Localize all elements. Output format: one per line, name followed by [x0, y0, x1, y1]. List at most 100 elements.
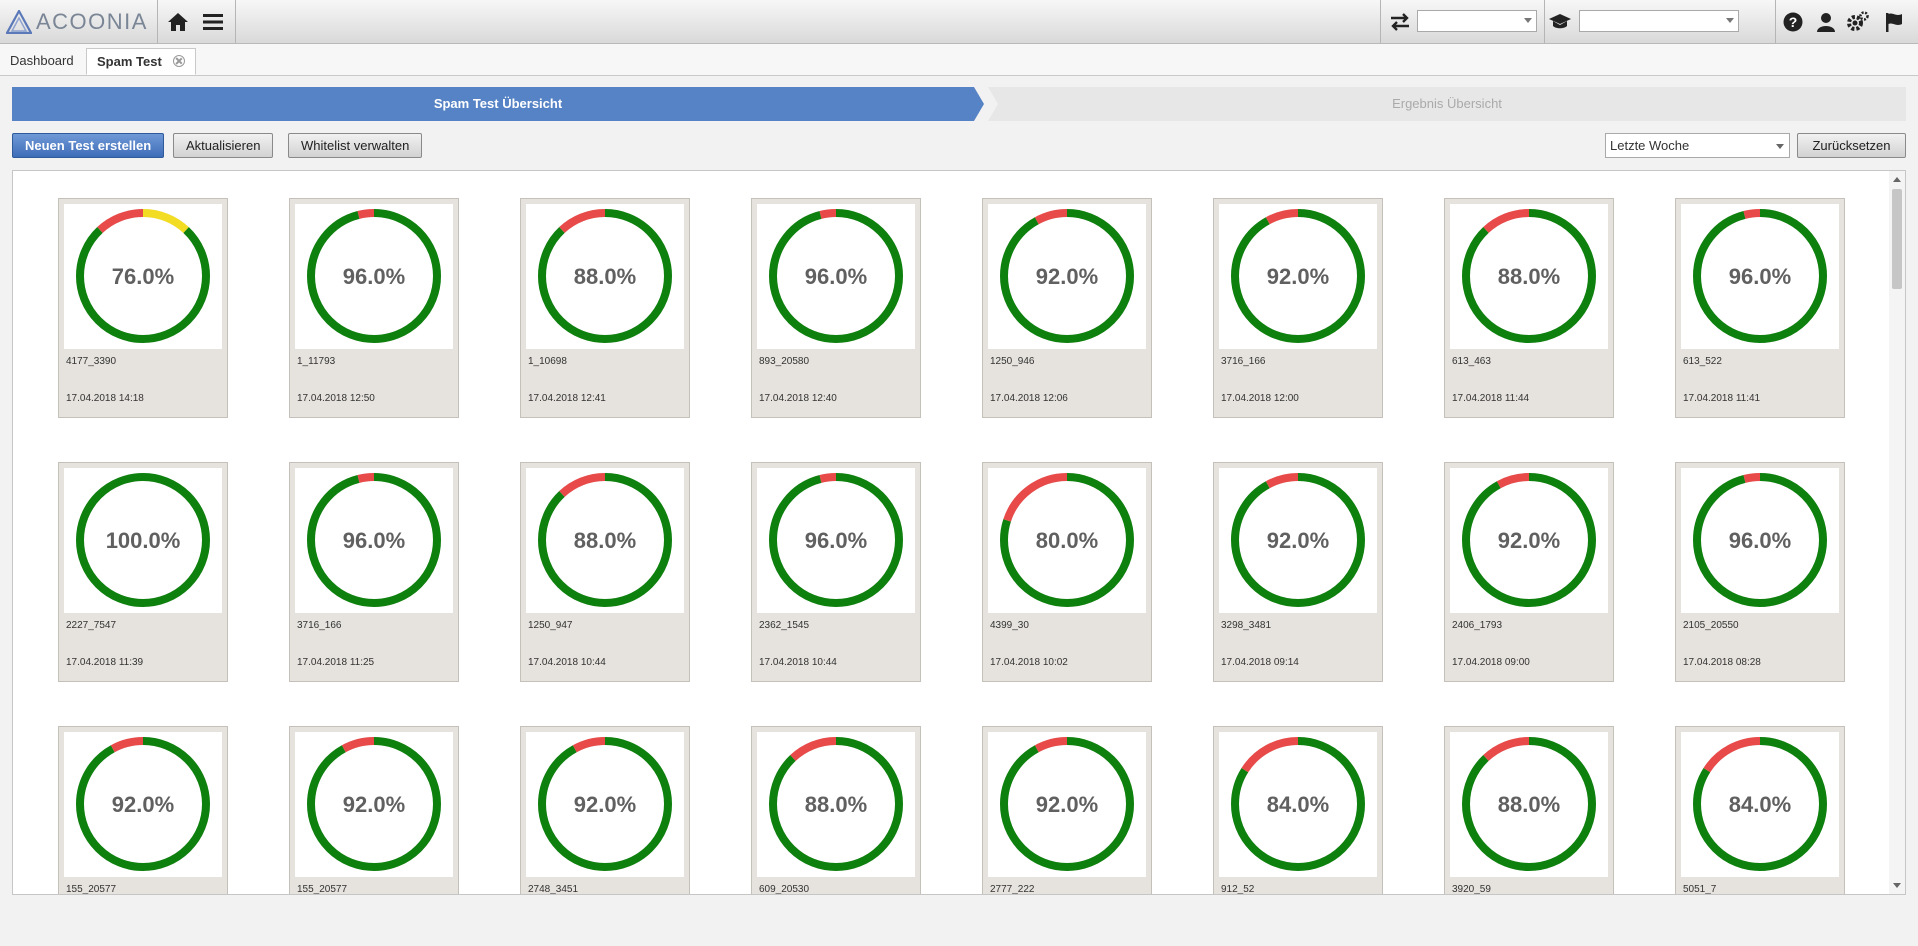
scroll-down-icon[interactable] [1893, 883, 1901, 888]
score-percent: 88.0% [1497, 264, 1561, 289]
test-timestamp: 17.04.2018 11:44 [1452, 393, 1530, 404]
score-chart: 84.0% [1681, 732, 1839, 877]
test-id: 613_463 [1452, 356, 1491, 367]
test-card[interactable]: 96.0% 2105_20550 17.04.2018 08:28 [1675, 462, 1845, 682]
test-card[interactable]: 100.0% 2227_7547 17.04.2018 11:39 [58, 462, 228, 682]
score-chart: 96.0% [1681, 468, 1839, 613]
separator [1380, 0, 1381, 43]
step-spam-test-overview[interactable]: Spam Test Übersicht [12, 87, 984, 121]
tab-spam-test[interactable]: Spam Test [86, 48, 197, 75]
help-icon[interactable]: ? [1781, 10, 1805, 34]
score-chart: 92.0% [526, 732, 684, 877]
test-id: 2227_7547 [66, 620, 117, 631]
test-card[interactable]: 92.0% 155_20577 [58, 726, 228, 894]
period-filter-select[interactable]: Letzte Woche [1605, 133, 1790, 158]
test-card[interactable]: 88.0% 609_20530 [751, 726, 921, 894]
test-id: 912_52 [1221, 884, 1255, 895]
close-icon[interactable] [173, 55, 186, 67]
scroll-up-icon[interactable] [1893, 177, 1901, 182]
test-card[interactable]: 92.0% 3716_166 17.04.2018 12:00 [1213, 198, 1383, 418]
test-id: 1_11793 [297, 356, 336, 367]
tab-label: Spam Test [97, 54, 162, 69]
period-filter-value: Letzte Woche [1610, 138, 1690, 153]
score-percent: 92.0% [1035, 264, 1099, 289]
test-id: 3716_166 [297, 620, 342, 631]
graduation-cap-icon[interactable] [1548, 10, 1572, 34]
score-chart: 96.0% [757, 468, 915, 613]
test-id: 1250_946 [990, 356, 1035, 367]
test-card[interactable]: 88.0% 1250_947 17.04.2018 10:44 [520, 462, 690, 682]
test-card[interactable]: 96.0% 893_20580 17.04.2018 12:40 [751, 198, 921, 418]
score-percent: 96.0% [804, 528, 868, 553]
course-select[interactable] [1579, 10, 1739, 32]
scroll-thumb[interactable] [1892, 189, 1902, 289]
test-card[interactable]: 88.0% 3920_59 [1444, 726, 1614, 894]
refresh-button[interactable]: Aktualisieren [173, 133, 274, 158]
score-chart: 88.0% [526, 468, 684, 613]
manage-whitelist-button[interactable]: Whitelist verwalten [288, 133, 423, 158]
test-card[interactable]: 96.0% 613_522 17.04.2018 11:41 [1675, 198, 1845, 418]
test-card[interactable]: 80.0% 4399_30 17.04.2018 10:02 [982, 462, 1152, 682]
wizard-steps: Spam Test Übersicht Ergebnis Übersicht [12, 87, 1906, 121]
svg-text:?: ? [1789, 14, 1798, 30]
test-timestamp: 17.04.2018 12:06 [990, 393, 1068, 404]
test-card[interactable]: 92.0% 2406_1793 17.04.2018 09:00 [1444, 462, 1614, 682]
test-card[interactable]: 76.0% 4177_3390 17.04.2018 14:18 [58, 198, 228, 418]
score-percent: 96.0% [342, 264, 406, 289]
score-percent: 92.0% [573, 792, 637, 817]
test-id: 3716_166 [1221, 356, 1266, 367]
test-card[interactable]: 92.0% 3298_3481 17.04.2018 09:14 [1213, 462, 1383, 682]
settings-icon[interactable] [1846, 10, 1870, 34]
test-timestamp: 17.04.2018 11:25 [297, 657, 375, 668]
test-card[interactable]: 92.0% 2748_3451 [520, 726, 690, 894]
tab-dashboard[interactable]: Dashboard [0, 48, 84, 75]
test-card[interactable]: 92.0% 1250_946 17.04.2018 12:06 [982, 198, 1152, 418]
score-chart: 84.0% [1219, 732, 1377, 877]
test-id: 2362_1545 [759, 620, 810, 631]
score-percent: 96.0% [1728, 528, 1792, 553]
score-percent: 92.0% [342, 792, 406, 817]
score-percent: 100.0% [105, 528, 181, 553]
score-chart: 92.0% [1219, 468, 1377, 613]
step-result-overview[interactable]: Ergebnis Übersicht [988, 87, 1906, 121]
reset-button[interactable]: Zurücksetzen [1797, 133, 1906, 158]
test-card[interactable]: 92.0% 155_20577 [289, 726, 459, 895]
test-id: 155_20577 [297, 884, 348, 895]
scrollbar[interactable] [1889, 171, 1905, 894]
test-card[interactable]: 84.0% 912_52 [1213, 726, 1383, 895]
score-percent: 84.0% [1266, 792, 1330, 817]
test-timestamp: 17.04.2018 12:40 [759, 393, 837, 404]
user-icon[interactable] [1814, 10, 1838, 34]
test-id: 1_10698 [528, 356, 567, 367]
chevron-down-icon [1726, 18, 1734, 23]
separator [1775, 0, 1776, 43]
test-card[interactable]: 96.0% 2362_1545 17.04.2018 10:44 [751, 462, 921, 682]
new-test-button[interactable]: Neuen Test erstellen [12, 133, 165, 158]
context-select[interactable] [1417, 10, 1537, 32]
test-card[interactable]: 88.0% 1_10698 17.04.2018 12:41 [520, 198, 690, 418]
test-card[interactable]: 88.0% 613_463 17.04.2018 11:44 [1444, 198, 1614, 418]
test-timestamp: 17.04.2018 10:02 [990, 657, 1068, 668]
test-card[interactable]: 84.0% 5051_7 [1675, 726, 1845, 894]
score-chart: 96.0% [1681, 204, 1839, 349]
score-chart: 88.0% [526, 204, 684, 349]
test-card[interactable]: 96.0% 3716_166 17.04.2018 11:25 [289, 462, 459, 682]
test-timestamp: 17.04.2018 09:14 [1221, 657, 1299, 668]
home-icon[interactable] [166, 10, 190, 34]
switch-icon[interactable] [1388, 10, 1412, 34]
score-percent: 88.0% [573, 264, 637, 289]
separator [1544, 0, 1545, 43]
score-chart: 88.0% [757, 732, 915, 877]
acoonia-logo[interactable]: ACOONIA [6, 9, 148, 35]
separator [157, 0, 158, 43]
test-card[interactable]: 96.0% 1_11793 17.04.2018 12:50 [289, 198, 459, 418]
flag-icon[interactable] [1882, 10, 1906, 34]
chevron-down-icon [1524, 18, 1532, 23]
tab-label: Dashboard [10, 53, 74, 68]
test-timestamp: 17.04.2018 08:28 [1683, 657, 1761, 668]
menu-icon[interactable] [201, 10, 225, 34]
score-chart: 96.0% [757, 204, 915, 349]
score-chart: 88.0% [1450, 204, 1608, 349]
test-card[interactable]: 92.0% 2777_222 [982, 726, 1152, 894]
test-id: 1250_947 [528, 620, 573, 631]
